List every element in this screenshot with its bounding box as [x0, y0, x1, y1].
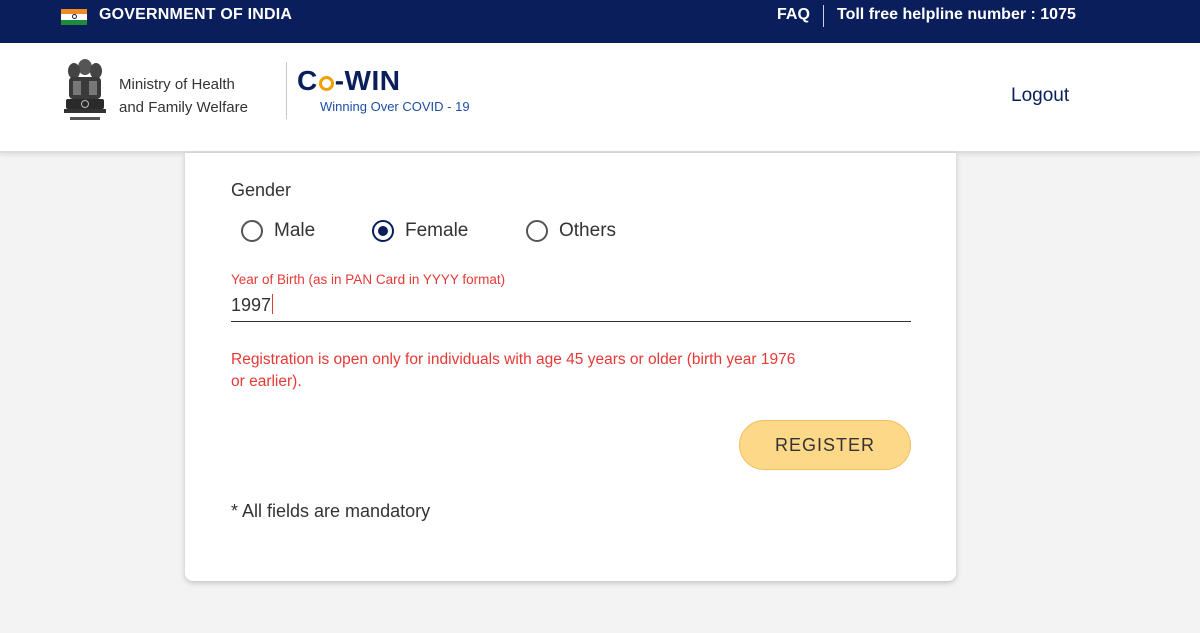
gender-option-label: Male — [274, 220, 316, 241]
gender-option-label: Female — [405, 220, 469, 241]
gender-option-female[interactable]: Female — [372, 219, 468, 243]
top-bar: GOVERNMENT OF INDIA FAQ Toll free helpli… — [0, 0, 1200, 43]
ministry-line-2: and Family Welfare — [119, 99, 248, 116]
ministry-line-1: Ministry of Health — [119, 76, 235, 93]
error-line-2: or earlier). — [231, 373, 302, 390]
gender-label: Gender — [231, 180, 292, 200]
year-of-birth-value[interactable]: 1997 — [231, 294, 274, 316]
site-header: Ministry of Health and Family Welfare C … — [0, 43, 1200, 153]
india-flag-icon — [61, 9, 87, 25]
gender-option-others[interactable]: Others — [526, 219, 616, 243]
mandatory-fields-note: * All fields are mandatory — [231, 501, 431, 521]
government-title: GOVERNMENT OF INDIA — [99, 6, 293, 23]
gender-option-label: Others — [559, 220, 617, 241]
radio-unchecked-icon[interactable] — [526, 220, 548, 242]
helpline-text: Toll free helpline number : 1075 — [837, 6, 1076, 23]
logo-ring-icon — [318, 75, 334, 91]
faq-link[interactable]: FAQ — [777, 6, 810, 24]
registration-form-card: Gender Male Female Others Year of Birth … — [185, 153, 956, 581]
age-error-message: Registration is open only for individual… — [231, 349, 901, 393]
topbar-divider — [823, 5, 824, 27]
register-button[interactable]: REGISTER — [739, 420, 911, 470]
ministry-name: Ministry of Health and Family Welfare — [119, 73, 248, 119]
header-divider — [286, 62, 287, 119]
gender-option-male[interactable]: Male — [241, 219, 315, 243]
radio-unchecked-icon[interactable] — [241, 220, 263, 242]
year-of-birth-label: Year of Birth (as in PAN Card in YYYY fo… — [231, 272, 506, 287]
year-of-birth-input[interactable] — [231, 292, 911, 322]
national-emblem-icon — [64, 59, 106, 120]
error-line-1: Registration is open only for individual… — [231, 351, 796, 368]
radio-checked-icon[interactable] — [372, 220, 394, 242]
text-caret — [272, 294, 274, 314]
logo-prefix: C — [297, 65, 318, 96]
logo-suffix: -WIN — [334, 65, 401, 96]
cowin-logo: C -WIN — [297, 65, 401, 97]
logout-link[interactable]: Logout — [1011, 85, 1069, 107]
logo-tagline: Winning Over COVID - 19 — [320, 99, 470, 114]
